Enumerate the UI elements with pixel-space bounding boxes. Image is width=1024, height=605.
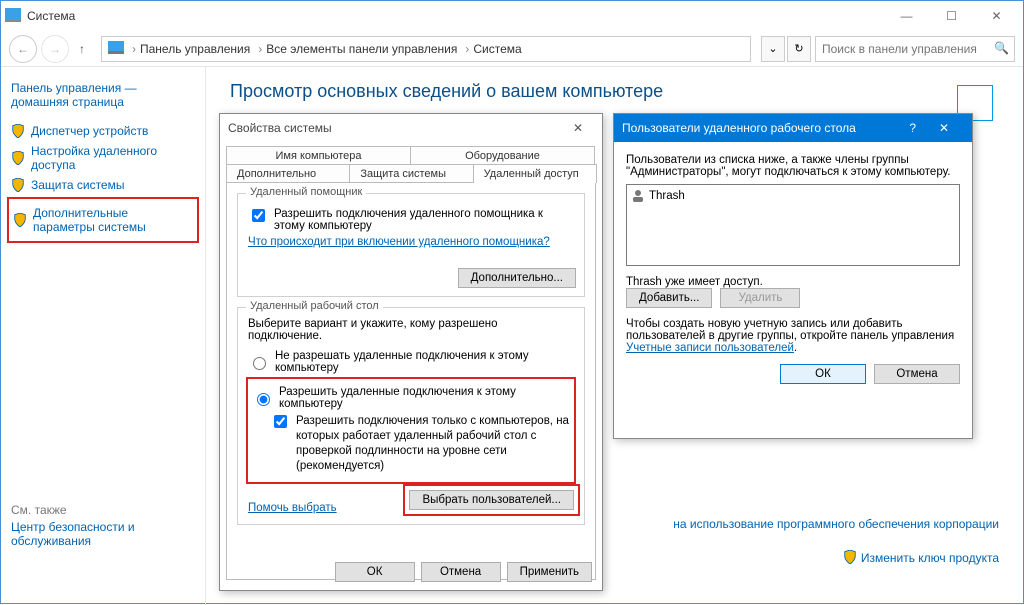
dialog-title-bar[interactable]: Пользователи удаленного рабочего стола ?… (614, 114, 972, 142)
remote-desktop-group: Удаленный рабочий стол Выберите вариант … (237, 307, 585, 525)
maximize-button[interactable]: ☐ (929, 2, 974, 30)
ok-button[interactable]: ОК (780, 364, 866, 384)
sidebar-system-protection[interactable]: Защита системы (11, 175, 195, 195)
sidebar-item-label: Настройка удаленного доступа (31, 144, 195, 172)
up-button[interactable]: ↑ (73, 42, 91, 56)
remote-assistance-help-link[interactable]: Что происходит при включении удаленного … (248, 236, 550, 248)
users-listbox[interactable]: Thrash (626, 184, 960, 266)
shield-icon (11, 178, 25, 192)
tab-hardware[interactable]: Оборудование (410, 146, 595, 165)
radio-allow[interactable]: Разрешить удаленные подключения к этому … (252, 386, 570, 410)
select-users-button[interactable]: Выбрать пользователей... (409, 490, 574, 510)
checkbox-label: Разрешить подключения удаленного помощни… (274, 208, 574, 232)
search-icon: 🔍 (994, 41, 1009, 55)
allow-remote-assistance-checkbox[interactable]: Разрешить подключения удаленного помощни… (248, 208, 574, 232)
crumb-1[interactable]: Панель управления (140, 42, 250, 56)
address-dropdown[interactable]: ⌄ (761, 36, 785, 62)
radio-input[interactable] (257, 393, 270, 406)
tab-computer-name[interactable]: Имя компьютера (226, 146, 411, 165)
sidebar-item-label: Диспетчер устройств (31, 124, 148, 138)
checkbox-input[interactable] (274, 415, 287, 428)
shield-icon (11, 151, 25, 165)
breadcrumb[interactable]: › Панель управления› Все элементы панели… (101, 36, 751, 62)
pc-icon (108, 41, 124, 57)
sidebar-home-link[interactable]: Панель управления — домашняя страница (11, 81, 195, 109)
radio-label: Разрешить удаленные подключения к этому … (279, 386, 570, 410)
crumb-2[interactable]: Все элементы панели управления (266, 42, 457, 56)
checkbox-label: Разрешить подключения только с компьютер… (296, 414, 570, 474)
dialog-tabs: Имя компьютера Оборудование Дополнительн… (226, 146, 596, 182)
see-also-header: См. также (11, 503, 195, 517)
cancel-button[interactable]: Отмена (874, 364, 960, 384)
user-name: Thrash (649, 190, 685, 202)
minimize-button[interactable]: — (884, 2, 929, 30)
back-button[interactable]: ← (9, 35, 37, 63)
help-choose-link[interactable]: Помочь выбрать (248, 502, 337, 514)
system-icon (5, 8, 21, 24)
user-accounts-link[interactable]: Учетные записи пользователей (626, 342, 794, 354)
system-properties-dialog: Свойства системы ✕ Имя компьютера Оборуд… (219, 113, 603, 591)
license-link[interactable]: на использование программного обеспечени… (673, 517, 999, 531)
nla-checkbox[interactable]: Разрешить подключения только с компьютер… (270, 414, 570, 474)
user-icon (631, 189, 645, 203)
nav-bar: ← → ↑ › Панель управления› Все элементы … (1, 31, 1023, 67)
dialog-description: Пользователи из списка ниже, а также чле… (626, 154, 960, 178)
tab-advanced[interactable]: Дополнительно (226, 164, 350, 183)
checkbox-input[interactable] (252, 209, 265, 222)
remote-desktop-description: Выберите вариант и укажите, кому разреше… (248, 318, 574, 342)
dialog-title: Свойства системы (228, 121, 332, 135)
sidebar-advanced-system-settings[interactable]: Дополнительные параметры системы (13, 203, 193, 237)
hint-text: Чтобы создать новую учетную запись или д… (626, 318, 960, 354)
help-icon[interactable]: ? (909, 121, 916, 135)
forward-button[interactable]: → (41, 35, 69, 63)
window-title: Система (27, 9, 75, 23)
remote-assistance-group: Удаленный помощник Разрешить подключения… (237, 193, 585, 297)
search-input[interactable] (815, 36, 1015, 62)
group-legend: Удаленный помощник (246, 186, 366, 198)
group-legend: Удаленный рабочий стол (246, 300, 383, 312)
list-item[interactable]: Thrash (631, 189, 955, 203)
sidebar-device-manager[interactable]: Диспетчер устройств (11, 121, 195, 141)
shield-icon (11, 124, 25, 138)
already-has-access-text: Thrash уже имеет доступ. (626, 276, 960, 288)
sidebar-remote-settings[interactable]: Настройка удаленного доступа (11, 141, 195, 175)
cancel-button[interactable]: Отмена (421, 562, 501, 582)
remove-user-button[interactable]: Удалить (720, 288, 800, 308)
apply-button[interactable]: Применить (507, 562, 592, 582)
ok-button[interactable]: ОК (335, 562, 415, 582)
remote-assistance-advanced-button[interactable]: Дополнительно... (458, 268, 576, 288)
radio-input[interactable] (253, 357, 266, 370)
close-button[interactable]: ✕ (974, 2, 1019, 30)
radio-dont-allow[interactable]: Не разрешать удаленные подключения к это… (248, 350, 574, 374)
page-heading: Просмотр основных сведений о вашем компь… (230, 81, 999, 102)
dialog-title: Пользователи удаленного рабочего стола (622, 121, 856, 135)
hint-pre: Чтобы создать новую учетную запись или д… (626, 318, 954, 342)
remote-desktop-users-dialog: Пользователи удаленного рабочего стола ?… (613, 113, 973, 439)
window-title-bar: Система — ☐ ✕ (1, 1, 1023, 31)
close-icon[interactable]: ✕ (562, 121, 594, 135)
sidebar-item-label: Защита системы (31, 178, 124, 192)
radio-label: Не разрешать удаленные подключения к это… (275, 350, 574, 374)
shield-icon (13, 213, 27, 227)
sidebar-security-center[interactable]: Центр безопасности и обслуживания (11, 517, 195, 551)
refresh-button[interactable]: ↻ (787, 36, 811, 62)
add-user-button[interactable]: Добавить... (626, 288, 712, 308)
crumb-3[interactable]: Система (473, 42, 521, 56)
tab-system-protection[interactable]: Защита системы (349, 164, 473, 183)
sidebar-item-label: Дополнительные параметры системы (33, 206, 193, 234)
close-icon[interactable]: ✕ (924, 121, 964, 135)
sidebar: Панель управления — домашняя страница Ди… (1, 67, 206, 605)
change-product-key-link[interactable]: Изменить ключ продукта (861, 551, 999, 565)
dialog-title-bar[interactable]: Свойства системы ✕ (220, 114, 602, 142)
tab-remote[interactable]: Удаленный доступ (473, 164, 597, 183)
shield-icon (843, 550, 857, 564)
